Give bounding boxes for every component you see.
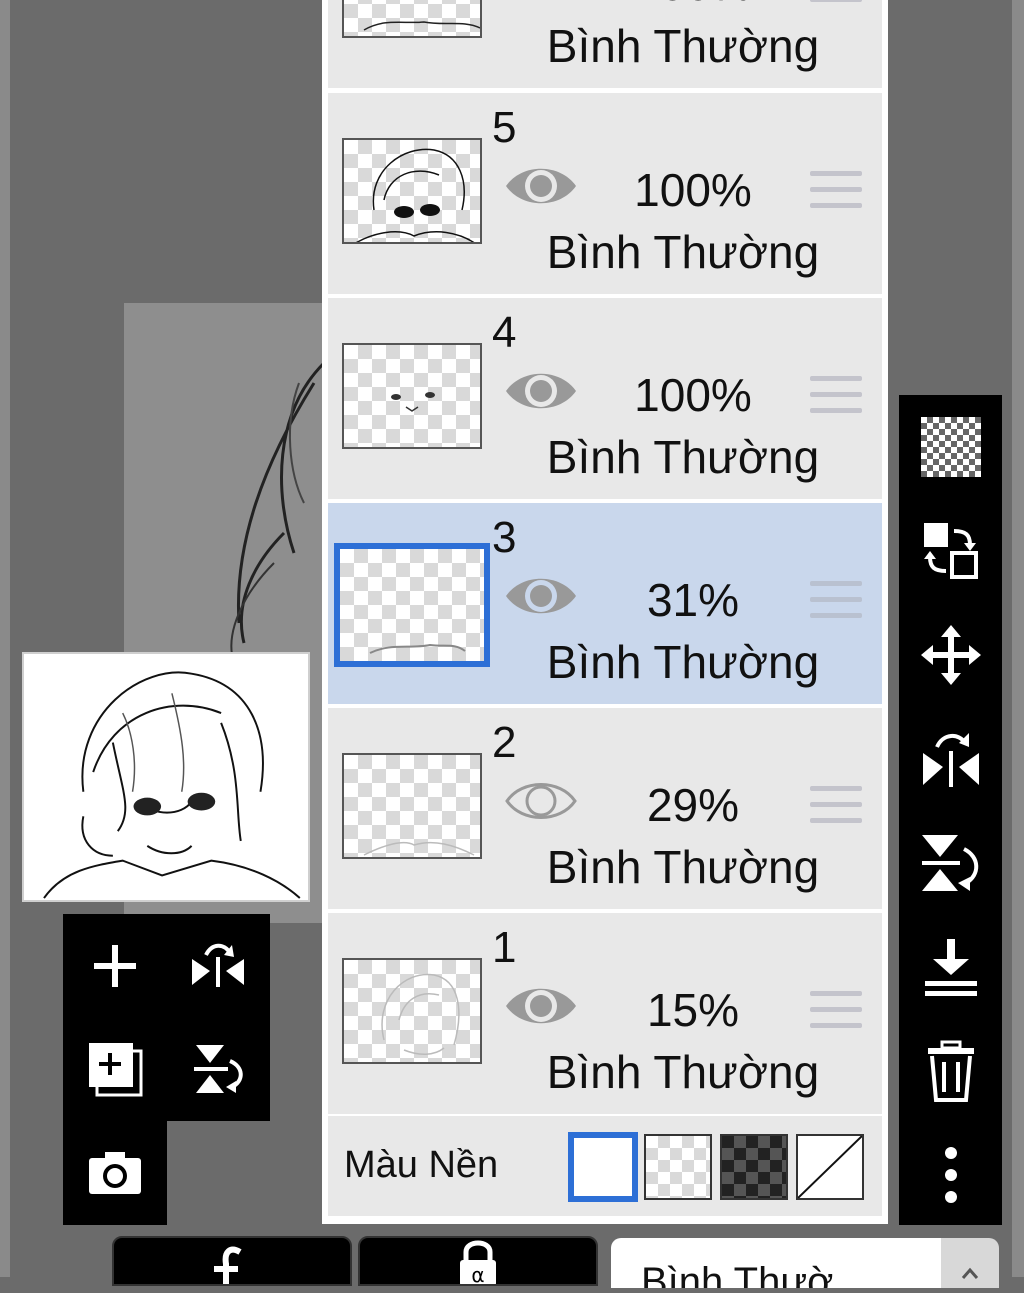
drag-handle-icon[interactable] xyxy=(810,0,862,9)
eye-icon[interactable] xyxy=(504,161,578,211)
transparency-button[interactable] xyxy=(899,395,1002,499)
layer-row[interactable]: 2 29% Bình Thường xyxy=(328,708,882,909)
layer-blend-mode[interactable]: Bình Thường xyxy=(528,1045,838,1099)
flip-vertical-button[interactable] xyxy=(899,811,1002,915)
layer-blend-mode[interactable]: Bình Thường xyxy=(528,840,838,894)
flip-vertical-button[interactable] xyxy=(166,1017,270,1121)
layer-opacity[interactable]: 29% xyxy=(598,778,788,832)
right-toolbar xyxy=(899,395,1002,1225)
eye-icon[interactable] xyxy=(504,981,578,1031)
add-layer-copy-icon xyxy=(89,1043,143,1097)
layer-number: 5 xyxy=(492,103,517,152)
drag-handle-icon[interactable] xyxy=(810,376,862,420)
drag-handle-icon[interactable] xyxy=(810,786,862,830)
swap-layers-icon xyxy=(923,523,978,579)
layer-number: 3 xyxy=(492,513,517,562)
layer-opacity[interactable]: 31% xyxy=(598,573,788,627)
flip-horizontal-icon xyxy=(922,733,979,787)
flip-vertical-icon xyxy=(194,1045,243,1093)
merge-down-button[interactable] xyxy=(899,915,1002,1019)
background-transparent-option[interactable] xyxy=(796,1134,864,1200)
move-button[interactable] xyxy=(899,603,1002,707)
layers-panel: 100% Bình Thường 5 100% Bình Thường xyxy=(322,0,888,1224)
clipping-button[interactable] xyxy=(112,1236,352,1286)
chevron-up-icon xyxy=(961,1267,979,1279)
blend-mode-dropdown-button[interactable] xyxy=(941,1238,999,1288)
layer-row[interactable]: 4 100% Bình Thường xyxy=(328,298,882,499)
eye-hidden-icon[interactable] xyxy=(504,776,578,826)
layer-number: 1 xyxy=(492,923,517,972)
layer-thumbnail xyxy=(342,753,482,859)
lock-icon: α xyxy=(460,1240,496,1287)
flip-vertical-icon xyxy=(921,835,978,891)
move-icon xyxy=(920,625,981,685)
eye-icon[interactable] xyxy=(504,366,578,416)
layer-number: 4 xyxy=(492,308,517,357)
add-layer-button[interactable] xyxy=(63,914,167,1018)
background-checker-dark-option[interactable] xyxy=(720,1134,788,1200)
layer-blend-mode[interactable]: Bình Thường xyxy=(528,635,838,689)
drag-handle-icon[interactable] xyxy=(810,991,862,1035)
add-layer-copy-button[interactable] xyxy=(63,1017,167,1121)
eye-icon[interactable] xyxy=(504,0,578,5)
layer-row-selected[interactable]: 3 31% Bình Thường xyxy=(328,503,882,704)
transparency-icon xyxy=(920,417,981,477)
layer-opacity[interactable]: 100% xyxy=(598,0,788,11)
layer-blend-mode[interactable]: Bình Thường xyxy=(528,430,838,484)
left-tool-panel xyxy=(63,914,270,1121)
layer-row[interactable]: 1 15% Bình Thường xyxy=(328,913,882,1114)
delete-layer-button[interactable] xyxy=(899,1019,1002,1123)
background-checker-light-option[interactable] xyxy=(644,1134,712,1200)
svg-text:α: α xyxy=(471,1263,484,1284)
camera-icon xyxy=(89,1152,141,1194)
background-white-option[interactable] xyxy=(568,1132,638,1202)
background-color-row: Màu Nền xyxy=(328,1116,882,1216)
trash-icon xyxy=(927,1040,974,1102)
camera-button[interactable] xyxy=(63,1121,167,1225)
layer-number: 2 xyxy=(492,718,517,767)
swap-layers-button[interactable] xyxy=(899,499,1002,603)
more-options-button[interactable] xyxy=(899,1123,1002,1227)
drag-handle-icon[interactable] xyxy=(810,171,862,215)
layer-blend-mode[interactable]: Bình Thường xyxy=(528,19,838,73)
add-layer-icon xyxy=(94,945,136,987)
right-edge xyxy=(1012,0,1024,1277)
layer-opacity[interactable]: 100% xyxy=(598,368,788,422)
layer-opacity[interactable]: 15% xyxy=(598,983,788,1037)
more-icon xyxy=(944,1147,957,1203)
blend-mode-value: Bình Thườ xyxy=(641,1260,834,1288)
left-edge xyxy=(0,0,10,1277)
layer-thumbnail xyxy=(342,958,482,1064)
merge-down-icon xyxy=(924,939,977,996)
layer-opacity[interactable]: 100% xyxy=(598,163,788,217)
flip-horizontal-icon xyxy=(192,943,244,987)
layer-thumbnail xyxy=(342,138,482,244)
layer-thumbnail xyxy=(342,343,482,449)
clipping-icon xyxy=(214,1246,242,1284)
layer-row[interactable]: 5 100% Bình Thường xyxy=(328,93,882,294)
canvas-preview xyxy=(22,652,310,902)
layer-thumbnail xyxy=(342,0,482,38)
left-tool-panel-lower xyxy=(63,1121,167,1225)
layer-thumbnail xyxy=(334,543,490,667)
layer-row[interactable]: 100% Bình Thường xyxy=(328,0,882,88)
drag-handle-icon[interactable] xyxy=(810,581,862,625)
alpha-lock-button[interactable]: α xyxy=(358,1236,598,1287)
layer-blend-mode[interactable]: Bình Thường xyxy=(528,225,838,279)
flip-horizontal-button[interactable] xyxy=(899,707,1002,811)
flip-horizontal-button[interactable] xyxy=(166,914,270,1018)
background-color-label: Màu Nền xyxy=(344,1144,499,1186)
blend-mode-select[interactable]: Bình Thườ xyxy=(611,1238,941,1288)
eye-icon[interactable] xyxy=(504,571,578,621)
